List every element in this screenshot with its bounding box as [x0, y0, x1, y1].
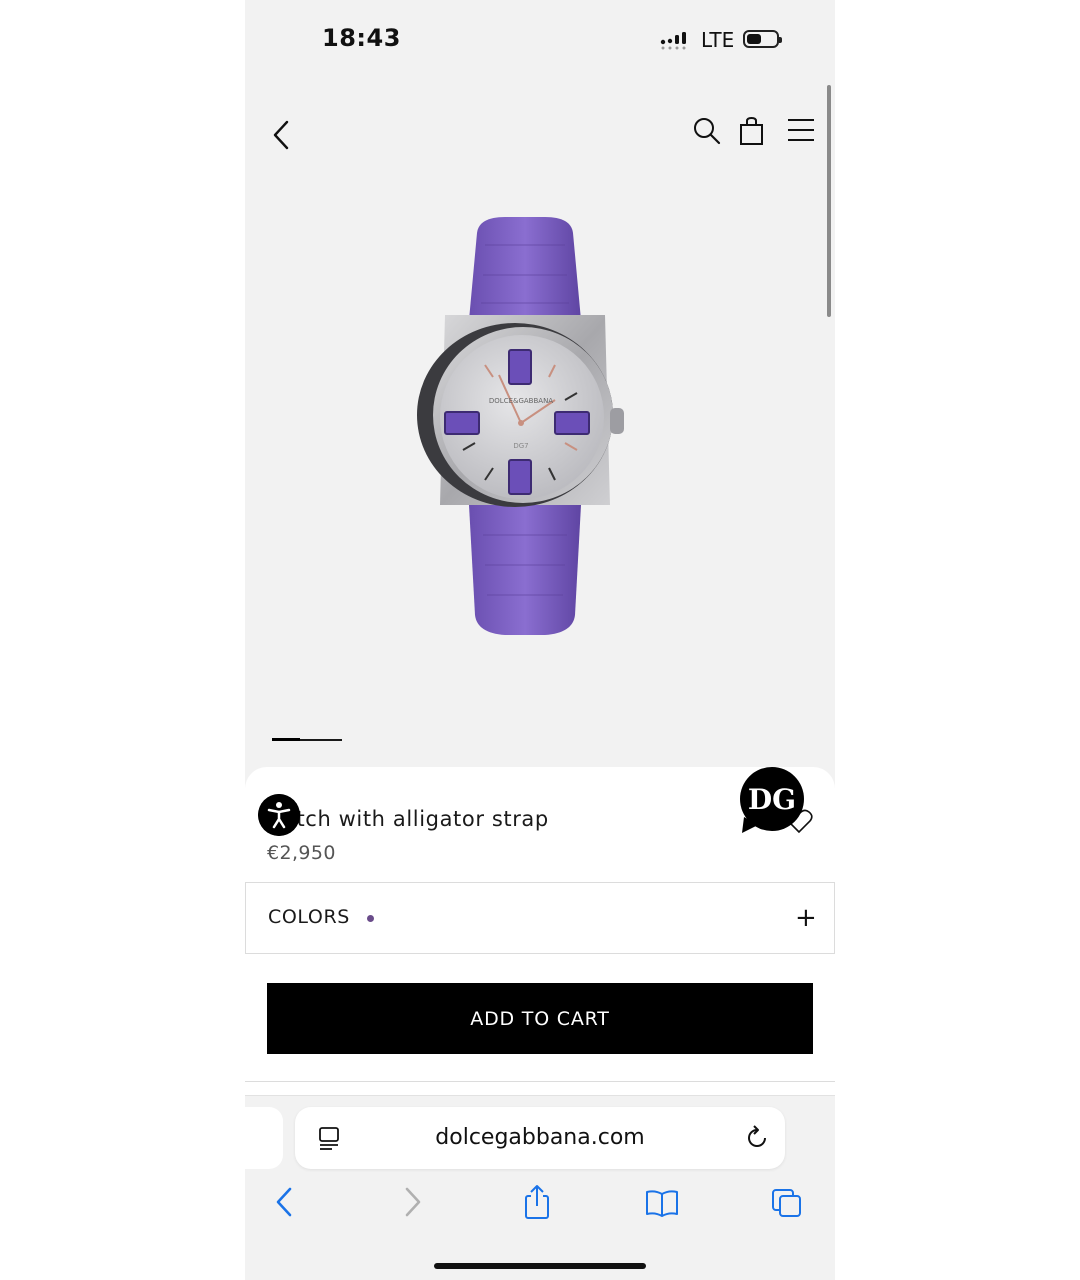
tabs-button[interactable] [770, 1184, 804, 1220]
product-price: €2,950 [267, 842, 336, 864]
bookmarks-icon [646, 1190, 678, 1217]
bookmarks-button[interactable] [645, 1184, 679, 1220]
page-scrollbar[interactable] [827, 85, 831, 317]
menu-button[interactable] [786, 117, 816, 143]
browser-back-button[interactable] [268, 1184, 302, 1220]
status-bar: 18:43 LTE [245, 0, 835, 80]
reload-icon[interactable] [743, 1124, 771, 1152]
address-bar[interactable]: dolcegabbana.com [295, 1107, 785, 1169]
url-text: dolcegabbana.com [435, 1125, 645, 1150]
product-name: atch with alligator strap [283, 807, 549, 831]
colors-label: COLORS [268, 906, 350, 928]
dg-chat-logo: DG [748, 783, 796, 816]
share-icon [525, 1185, 549, 1219]
search-icon [694, 118, 721, 145]
battery-icon [743, 30, 782, 48]
hamburger-menu-icon [788, 119, 814, 141]
product-card: atch with alligator strap €2,950 DG COLO… [245, 767, 835, 1097]
browser-toolbar: dolcegabbana.com [245, 1095, 835, 1280]
product-image[interactable]: DOLCE&GABBANA DG7 [405, 205, 645, 645]
back-arrow-icon [273, 120, 289, 150]
previous-tab-preview[interactable] [245, 1107, 283, 1169]
forward-icon [405, 1187, 421, 1217]
add-to-cart-button[interactable]: ADD TO CART [267, 983, 813, 1054]
expand-plus-icon[interactable]: + [795, 903, 817, 933]
color-swatch[interactable] [367, 915, 374, 922]
share-button[interactable] [520, 1184, 554, 1220]
status-time: 18:43 [322, 24, 401, 52]
dg-chat-icon[interactable]: DG [738, 767, 806, 835]
back-button[interactable] [269, 118, 297, 152]
carousel-active-segment [272, 738, 300, 741]
tabs-icon [772, 1189, 801, 1217]
cart-button[interactable] [738, 116, 766, 146]
shopping-bag-icon [740, 116, 763, 145]
accessibility-icon[interactable] [258, 794, 300, 836]
colors-accordion[interactable]: COLORS + [245, 882, 835, 954]
network-type: LTE [701, 28, 735, 52]
signal-icon [660, 32, 686, 50]
image-carousel-indicator[interactable] [272, 738, 342, 741]
browser-forward-button[interactable] [395, 1184, 429, 1220]
phone-screen: 18:43 LTE DOLCE&GABBANA DG7 atch with al… [245, 0, 835, 1280]
dial-brand-text: DOLCE&GABBANA [489, 397, 553, 405]
divider [245, 1081, 835, 1082]
search-button[interactable] [692, 116, 722, 146]
dial-model-text: DG7 [513, 442, 528, 450]
home-indicator[interactable] [434, 1263, 646, 1269]
back-icon [276, 1187, 292, 1217]
